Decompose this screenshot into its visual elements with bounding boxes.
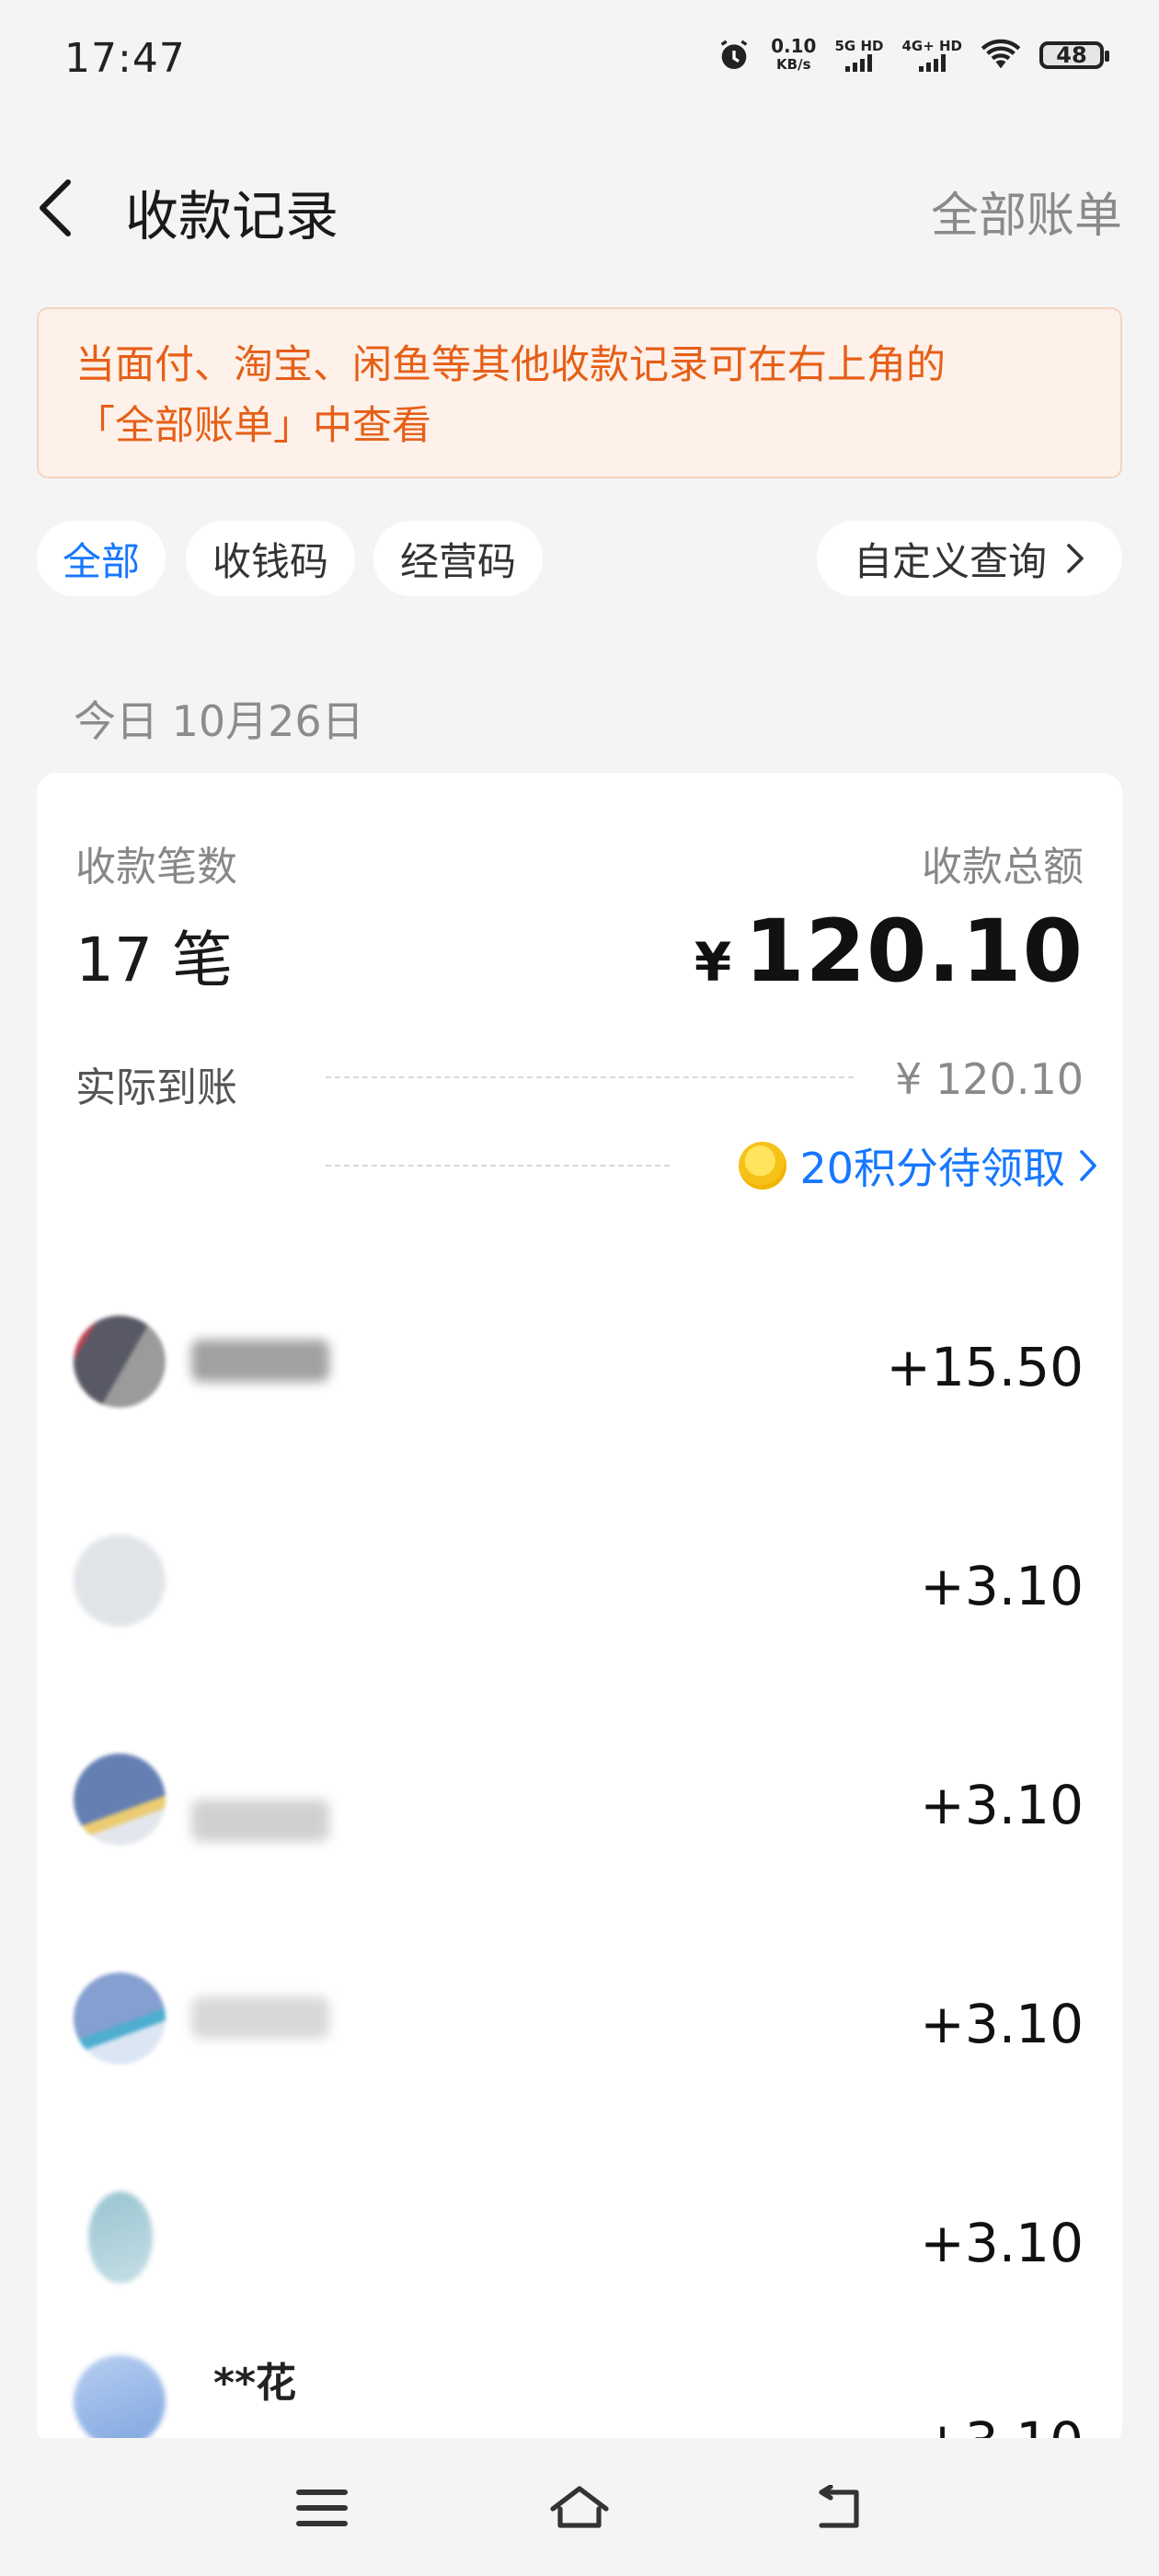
total-amount: ¥ 120.10	[694, 902, 1084, 1002]
transaction-amount: +3.10	[920, 1993, 1084, 2055]
alarm-icon	[720, 40, 748, 69]
points-label: 20积分待领取	[799, 1144, 1065, 1193]
avatar	[74, 1754, 166, 1846]
divider-dashed	[326, 1076, 854, 1078]
signal-5g: 5G HD	[834, 39, 883, 72]
chevron-left-icon	[40, 179, 71, 236]
net-speed-value: 0.10	[771, 35, 817, 57]
nav-back-button[interactable]	[800, 2471, 874, 2545]
transaction-amount: +3.10	[920, 1555, 1084, 1617]
points-link[interactable]: 20积分待领取	[739, 1135, 1098, 1196]
transaction-row[interactable]: +3.10	[37, 2127, 1122, 2346]
transaction-row[interactable]: +3.10	[37, 1689, 1122, 1908]
chevron-right-icon	[1080, 1150, 1096, 1181]
coin-icon	[739, 1142, 787, 1190]
count-value: 17 笔	[75, 925, 233, 995]
avatar	[74, 2355, 166, 2438]
filter-chip-qr-code[interactable]: 收钱码	[186, 521, 355, 596]
back-button[interactable]	[35, 171, 90, 245]
count-label: 收款笔数	[75, 844, 237, 891]
transaction-amount: +3.10	[920, 2212, 1084, 2274]
received-label: 实际到账	[75, 1064, 237, 1111]
divider-dashed	[326, 1165, 670, 1167]
chevron-right-icon	[1067, 544, 1084, 573]
blurred-name	[191, 1800, 329, 1842]
total-amount-value: 120.10	[744, 902, 1084, 1002]
wifi-icon	[981, 39, 1021, 69]
signal-4g: 4G+ HD	[901, 39, 962, 72]
menu-icon	[296, 2490, 348, 2526]
back-icon	[819, 2485, 859, 2528]
avatar	[74, 1316, 166, 1408]
signal-bars-icon	[845, 53, 873, 72]
blurred-name	[191, 1340, 329, 1382]
status-time: 17:47	[64, 35, 186, 82]
transaction-amount: +15.50	[886, 1336, 1084, 1398]
transaction-row[interactable]: +3.10	[37, 1470, 1122, 1689]
home-icon	[550, 2486, 609, 2528]
custom-query-button[interactable]: 自定义查询	[817, 521, 1122, 596]
notice-line-1: 当面付、淘宝、闲鱼等其他收款记录可在右上角的	[75, 342, 946, 388]
transaction-row[interactable]: +15.50	[37, 1251, 1122, 1470]
page-title: 收款记录	[125, 185, 339, 247]
all-bills-link[interactable]: 全部账单	[931, 177, 1122, 246]
transaction-name: **花	[213, 2360, 297, 2407]
transaction-row[interactable]: **花 +3.10	[37, 2346, 1122, 2438]
transaction-amount: +3.10	[920, 1774, 1084, 1836]
custom-query-label: 自定义查询	[853, 538, 1047, 584]
avatar	[88, 2191, 153, 2283]
transaction-row[interactable]: +3.10	[37, 1908, 1122, 2127]
nav-home-button[interactable]	[543, 2471, 616, 2545]
transaction-amount: +3.10	[920, 2410, 1084, 2438]
filter-chip-business-code[interactable]: 经营码	[373, 521, 543, 596]
status-icons: 0.10 KB/s 5G HD 4G+ HD 48	[716, 37, 1109, 74]
signal-bars-icon	[918, 53, 946, 72]
avatar	[74, 1535, 166, 1627]
date-label: 今日 10月26日	[74, 696, 364, 746]
notice-line-2: 「全部账单」中查看	[75, 403, 431, 449]
signal-4g-label: 4G+ HD	[901, 38, 962, 54]
notice-banner: 当面付、淘宝、闲鱼等其他收款记录可在右上角的 「全部账单」中查看	[37, 307, 1122, 478]
currency-symbol: ¥	[694, 931, 732, 994]
filter-chip-all[interactable]: 全部	[37, 521, 166, 596]
battery-level: 48	[1056, 42, 1087, 68]
blurred-name	[191, 1996, 329, 2039]
received-value: ¥ 120.10	[895, 1054, 1084, 1104]
net-speed-unit: KB/s	[776, 56, 811, 73]
net-speed: 0.10 KB/s	[771, 37, 816, 74]
signal-5g-label: 5G HD	[834, 38, 884, 54]
nav-menu-button[interactable]	[285, 2471, 359, 2545]
battery-icon: 48	[1039, 41, 1109, 69]
total-label: 收款总额	[922, 844, 1084, 891]
avatar	[74, 1972, 166, 2064]
